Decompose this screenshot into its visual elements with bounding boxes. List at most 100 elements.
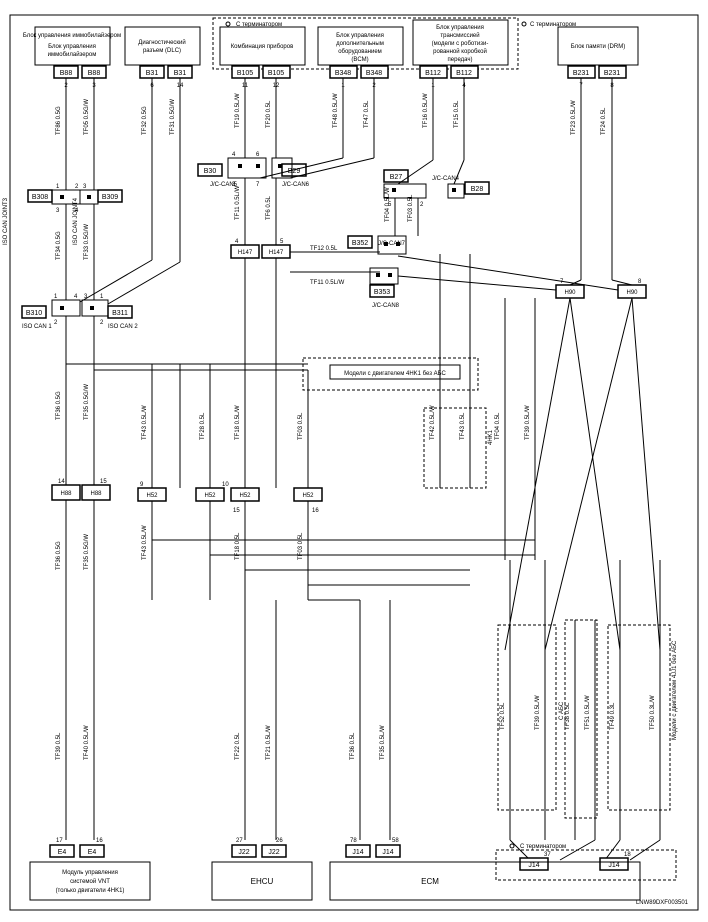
topbox-drm: Блок памяти (DRM) [558, 27, 638, 65]
svg-text:37: 37 [544, 852, 551, 858]
svg-text:С терминатором: С терминатором [530, 22, 576, 28]
svg-text:1: 1 [54, 294, 58, 300]
svg-text:B310: B310 [26, 310, 42, 317]
svg-text:TF03 0.5L: TF03 0.5L [298, 412, 304, 440]
svg-text:TF43 0.5L/W: TF43 0.5L/W [142, 525, 148, 560]
svg-text:1: 1 [56, 184, 60, 190]
svg-text:TF21 0.5L/W: TF21 0.5L/W [266, 725, 272, 760]
svg-text:ISO CAN JOINT3: ISO CAN JOINT3 [3, 197, 9, 245]
svg-text:TF12 0.5L: TF12 0.5L [310, 246, 338, 252]
svg-text:J/C-CAN6: J/C-CAN6 [282, 182, 310, 188]
svg-text:TF35 0.5G/W: TF35 0.5G/W [84, 534, 90, 570]
svg-text:TF18 0.5L: TF18 0.5L [235, 532, 241, 560]
svg-text:2: 2 [75, 184, 79, 190]
svg-text:С терминатором: С терминатором [520, 844, 566, 850]
svg-text:58: 58 [392, 838, 399, 844]
bottombox-ehcu: EHCU [212, 862, 312, 900]
jc-can4: B27 B28 J/C-CAN4 52 [384, 170, 489, 208]
svg-text:Модуль управления: Модуль управления [62, 870, 118, 876]
svg-text:3: 3 [84, 294, 88, 300]
svg-text:TF23 0.5L/W: TF23 0.5L/W [571, 100, 577, 135]
svg-text:TF15 0.5L: TF15 0.5L [454, 100, 460, 128]
svg-text:С терминатором: С терминатором [236, 22, 282, 28]
svg-text:10: 10 [222, 482, 229, 488]
svg-text:B309: B309 [102, 194, 118, 201]
svg-text:7: 7 [256, 182, 260, 188]
svg-text:9: 9 [140, 482, 144, 488]
iso-can-1: B310 ISO CAN 1 14 2 [22, 294, 80, 330]
conn-B31: B31 B31 [140, 66, 192, 78]
svg-text:LNW89DXF003501: LNW89DXF003501 [636, 900, 689, 906]
svg-text:15: 15 [100, 479, 107, 485]
svg-text:B352: B352 [352, 240, 368, 247]
svg-text:8: 8 [638, 279, 642, 285]
svg-text:TF35 0.5L/W: TF35 0.5L/W [380, 725, 386, 760]
topbox-trans: Блок управления трансмиссией (модели с р… [413, 20, 508, 65]
svg-text:TF31 0.5G/W: TF31 0.5G/W [170, 99, 176, 135]
svg-text:E4: E4 [88, 849, 97, 856]
svg-text:B30: B30 [204, 168, 217, 175]
svg-text:TF47 0.5L: TF47 0.5L [364, 100, 370, 128]
svg-text:J14: J14 [608, 862, 619, 869]
svg-text:26: 26 [276, 838, 283, 844]
svg-text:TF04 0.5L/W: TF04 0.5L/W [385, 187, 391, 222]
svg-text:ISO CAN 1: ISO CAN 1 [22, 324, 52, 330]
svg-text:B105: B105 [268, 70, 284, 77]
svg-text:14: 14 [58, 479, 65, 485]
svg-text:B31: B31 [174, 70, 187, 77]
svg-text:H147: H147 [238, 250, 253, 256]
conn-J22: J22 J22 2726 [232, 838, 286, 857]
jc-can8: B353 J/C-CAN8 [370, 268, 400, 309]
svg-text:TF39 0.5L/W: TF39 0.5L/W [525, 405, 531, 440]
svg-text:TF20 0.5L: TF20 0.5L [266, 100, 272, 128]
svg-text:TF40 0.5L/W: TF40 0.5L/W [84, 725, 90, 760]
svg-text:J14: J14 [528, 862, 539, 869]
svg-text:H88: H88 [60, 491, 72, 497]
svg-text:TF42 0.5L/W: TF42 0.5L/W [430, 405, 436, 440]
svg-text:TF36 0.5G: TF36 0.5G [56, 541, 62, 570]
topbox-immobilizer: Блок управления иммобилайзером Блок упра… [23, 27, 121, 65]
svg-text:2: 2 [420, 202, 424, 208]
svg-text:TF04 0.5L: TF04 0.5L [495, 412, 501, 440]
svg-text:H90: H90 [564, 290, 576, 296]
svg-text:5: 5 [280, 239, 284, 245]
bottombox-vnt: Модуль управления системой VNT (только д… [30, 862, 150, 900]
svg-text:TF86 0.5G: TF86 0.5G [56, 106, 62, 135]
svg-text:TF28 0.5L: TF28 0.5L [200, 412, 206, 440]
svg-text:TF43 0.5L: TF43 0.5L [460, 412, 466, 440]
svg-text:J/C-CAN7: J/C-CAN7 [378, 241, 406, 247]
svg-text:B353: B353 [374, 289, 390, 296]
svg-text:H90: H90 [626, 290, 638, 296]
svg-text:разъем (DLC): разъем (DLC) [143, 48, 181, 54]
svg-text:B311: B311 [112, 310, 128, 317]
svg-text:78: 78 [350, 838, 357, 844]
svg-text:B105: B105 [237, 70, 253, 77]
svg-text:B27: B27 [390, 174, 403, 181]
svg-text:оборудованием: оборудованием [338, 49, 382, 55]
svg-text:27: 27 [236, 838, 243, 844]
topbox-kombi: Комбинация приборов [220, 27, 305, 65]
svg-text:1: 1 [100, 294, 104, 300]
svg-text:3: 3 [83, 184, 87, 190]
svg-text:Блок памяти (DRM): Блок памяти (DRM) [571, 44, 625, 50]
svg-text:18: 18 [624, 852, 631, 858]
svg-text:B348: B348 [366, 70, 382, 77]
conn-B112: B112 B112 [420, 66, 478, 78]
svg-text:J22: J22 [238, 849, 249, 856]
svg-text:17: 17 [56, 838, 63, 844]
conn-B348: B348 B348 [330, 66, 388, 78]
svg-text:J/C-CAN8: J/C-CAN8 [372, 303, 400, 309]
svg-text:TF24 0.5L: TF24 0.5L [601, 107, 607, 135]
iso-can-joint3: B308 ISO CAN JOINT3 12 34 [3, 184, 80, 245]
svg-text:TF49 0.3L: TF49 0.3L [610, 702, 616, 730]
svg-text:передач): передач) [448, 57, 473, 63]
bottombox-ecm: ECM [330, 862, 640, 900]
svg-text:TF22 0.5L: TF22 0.5L [235, 732, 241, 760]
svg-text:Модели с двигателем 4JJ1 без А: Модели с двигателем 4JJ1 без АБС [672, 640, 678, 740]
svg-text:Комбинация приборов: Комбинация приборов [231, 44, 294, 50]
svg-text:EHCU: EHCU [251, 877, 274, 886]
svg-text:ECM: ECM [421, 877, 439, 886]
svg-text:H52: H52 [302, 493, 314, 499]
svg-text:H52: H52 [146, 493, 158, 499]
svg-text:16: 16 [96, 838, 103, 844]
